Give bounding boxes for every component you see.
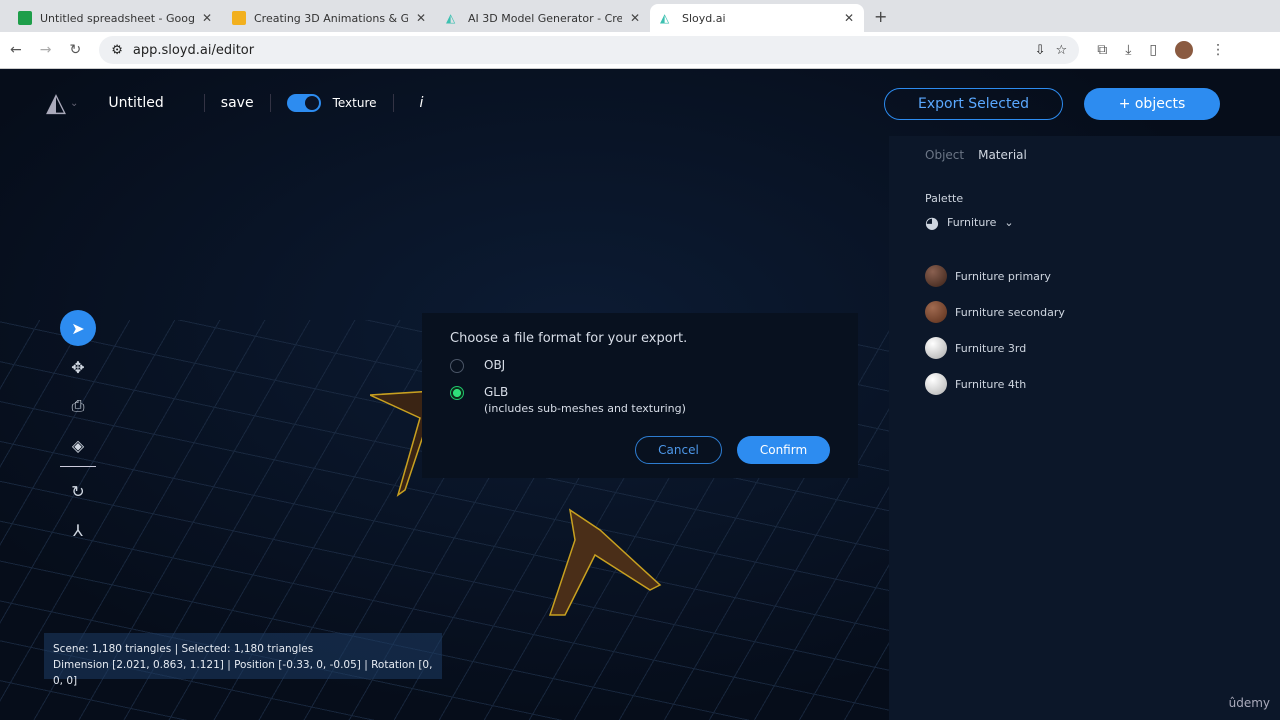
confirm-button[interactable]: Confirm (737, 436, 830, 464)
texture-toggle[interactable] (286, 94, 321, 112)
editor: ◭ ⌄ Untitled save Texture i Export Selec… (0, 70, 1280, 720)
texture-label: Texture (332, 96, 377, 110)
material-item[interactable]: Furniture primary (925, 265, 1244, 287)
sloyd-logo-icon[interactable]: ◭ (46, 88, 66, 118)
udemy-watermark: ûdemy (1228, 696, 1270, 710)
table-leg (548, 508, 662, 616)
menu-icon[interactable]: ⋮ (1211, 42, 1225, 58)
url-input[interactable]: ⚙ app.sloyd.ai/editor ⇩ ☆ (99, 36, 1080, 64)
reload-icon[interactable]: ↻ (69, 42, 81, 58)
material-item[interactable]: Furniture 3rd (925, 337, 1244, 359)
scene-stats: Scene: 1,180 triangles | Selected: 1,180… (44, 633, 442, 687)
palette-dropdown[interactable]: ◕ Furniture ⌄ (925, 211, 1244, 233)
browser-tab[interactable]: ◭ AI 3D Model Generator - Crea ✕ (436, 4, 650, 32)
install-icon[interactable]: ⇩ (1035, 43, 1046, 58)
divider (60, 466, 96, 467)
material-item[interactable]: Furniture secondary (925, 301, 1244, 323)
dialog-prompt: Choose a file format for your export. (450, 331, 688, 346)
tool-bar: ➤ ✥ ⎙ ◈ ↻ ⅄ (60, 310, 96, 551)
sheets-icon (18, 11, 32, 25)
cancel-button[interactable]: Cancel (635, 436, 722, 464)
camera-icon[interactable]: ⎙ (60, 388, 96, 424)
tab-object[interactable]: Object (925, 148, 964, 162)
palette-label: Palette (925, 192, 964, 205)
address-bar-row: ← → ↻ ⚙ app.sloyd.ai/editor ⇩ ☆ ⧉ ⤓ ▯ ⋮ (0, 32, 1280, 69)
material-swatch[interactable] (925, 373, 947, 395)
divider (269, 94, 271, 112)
move-icon[interactable]: ✥ (60, 349, 96, 385)
properties-panel: Object Material Palette ◕ Furniture ⌄ Furn… (889, 136, 1280, 720)
tab-material[interactable]: Material (978, 148, 1027, 162)
forward-icon[interactable]: → (40, 42, 52, 58)
save-button[interactable]: save (221, 95, 254, 111)
slides-icon (232, 11, 246, 25)
rotate-icon[interactable]: ↻ (60, 473, 96, 509)
material-swatch[interactable] (925, 265, 947, 287)
close-icon[interactable]: ✕ (202, 11, 212, 25)
material-swatch[interactable] (925, 301, 947, 323)
material-item[interactable]: Furniture 4th (925, 373, 1244, 395)
new-tab-button[interactable]: + (864, 7, 897, 32)
browser-tab-active[interactable]: ◭ Sloyd.ai ✕ (650, 4, 864, 32)
select-tool-icon[interactable]: ➤ (60, 310, 96, 346)
axis-icon[interactable]: ⅄ (60, 512, 96, 548)
export-dialog: Choose a file format for your export. OB… (422, 313, 858, 478)
sloyd-icon: ◭ (660, 11, 670, 25)
avatar[interactable] (1175, 41, 1194, 59)
site-settings-icon[interactable]: ⚙ (111, 43, 123, 58)
back-icon[interactable]: ← (10, 42, 22, 58)
option-glb[interactable]: GLB (includes sub-meshes and texturing) (450, 385, 830, 415)
browser-tab-bar: Untitled spreadsheet - Googl ✕ Creating 3… (0, 0, 1280, 32)
focus-icon[interactable]: ◈ (60, 427, 96, 463)
sidepanel-icon[interactable]: ▯ (1149, 42, 1157, 58)
close-icon[interactable]: ✕ (416, 11, 426, 25)
download-icon[interactable]: ⤓ (1125, 42, 1131, 58)
material-swatch[interactable] (925, 337, 947, 359)
info-button[interactable]: i (420, 95, 424, 111)
divider (392, 94, 394, 112)
close-icon[interactable]: ✕ (844, 11, 854, 25)
export-selected-button[interactable]: Export Selected (884, 88, 1063, 120)
palette-icon: ◕ (925, 212, 939, 232)
star-icon[interactable]: ☆ (1056, 43, 1068, 58)
add-objects-button[interactable]: + objects (1084, 88, 1220, 120)
glb-radio[interactable] (450, 386, 464, 400)
project-title[interactable]: Untitled (108, 95, 163, 111)
option-obj[interactable]: OBJ (450, 358, 830, 373)
browser-tab[interactable]: Creating 3D Animations & Ga ✕ (222, 4, 436, 32)
sloyd-icon: ◭ (446, 11, 456, 25)
chevron-down-icon[interactable]: ⌄ (70, 98, 78, 109)
chevron-down-icon: ⌄ (1004, 215, 1014, 229)
divider (203, 94, 205, 112)
obj-radio[interactable] (450, 359, 464, 373)
extensions-icon[interactable]: ⧉ (1097, 42, 1107, 58)
browser-tab[interactable]: Untitled spreadsheet - Googl ✕ (8, 4, 222, 32)
close-icon[interactable]: ✕ (630, 11, 640, 25)
